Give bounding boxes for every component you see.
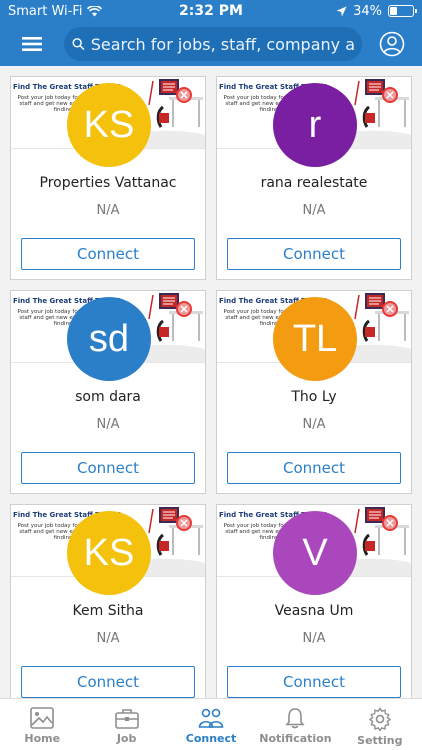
connect-card[interactable]: Find The Great Staff Today! Post your jo… bbox=[216, 504, 412, 698]
card-name: Tho Ly bbox=[291, 389, 337, 405]
card-subtitle: N/A bbox=[96, 631, 120, 646]
tab-notification-label: Notification bbox=[259, 732, 332, 745]
tab-setting[interactable]: Setting bbox=[338, 699, 422, 750]
search-placeholder: Search for jobs, staff, company and oth.… bbox=[90, 34, 354, 54]
battery-percent: 34% bbox=[353, 3, 382, 19]
card-subtitle: N/A bbox=[96, 417, 120, 432]
connect-button[interactable]: Connect bbox=[227, 666, 401, 698]
briefcase-icon bbox=[114, 709, 139, 729]
wifi-icon bbox=[87, 5, 103, 16]
status-left: Smart Wi-Fi bbox=[8, 4, 158, 19]
card-name: Veasna Um bbox=[274, 603, 354, 619]
tab-home-label: Home bbox=[24, 732, 61, 745]
card-subtitle: N/A bbox=[96, 203, 120, 218]
app-header: Search for jobs, staff, company and oth.… bbox=[0, 22, 422, 66]
connect-card[interactable]: Find The Great Staff Today! Post your jo… bbox=[216, 76, 412, 280]
card-subtitle: N/A bbox=[302, 631, 326, 646]
card-name: Properties Vattanac bbox=[39, 175, 177, 191]
bell-icon bbox=[285, 708, 306, 729]
tab-notification[interactable]: Notification bbox=[253, 699, 337, 750]
avatar: KS bbox=[67, 83, 151, 167]
avatar: KS bbox=[67, 511, 151, 595]
menu-button[interactable] bbox=[0, 22, 64, 66]
tab-connect[interactable]: Connect bbox=[169, 699, 253, 750]
card-subtitle: N/A bbox=[302, 203, 326, 218]
search-input[interactable]: Search for jobs, staff, company and oth.… bbox=[64, 27, 362, 61]
battery-fill bbox=[390, 7, 398, 15]
carrier-label: Smart Wi-Fi bbox=[8, 3, 83, 19]
status-time: 2:32 PM bbox=[179, 3, 243, 19]
battery-icon bbox=[388, 5, 417, 17]
tab-job-label: Job bbox=[116, 732, 137, 745]
hamburger-icon bbox=[22, 37, 42, 51]
connect-button[interactable]: Connect bbox=[227, 452, 401, 484]
connect-card[interactable]: Find The Great Staff Today! Post your jo… bbox=[10, 76, 206, 280]
tab-job[interactable]: Job bbox=[84, 699, 168, 750]
connect-button[interactable]: Connect bbox=[21, 238, 195, 270]
connect-card[interactable]: Find The Great Staff Today! Post your jo… bbox=[10, 504, 206, 698]
connect-button[interactable]: Connect bbox=[21, 452, 195, 484]
card-name: som dara bbox=[75, 389, 141, 405]
connect-card[interactable]: Find The Great Staff Today! Post your jo… bbox=[216, 290, 412, 494]
tab-setting-label: Setting bbox=[357, 734, 403, 747]
user-profile-icon bbox=[379, 31, 405, 57]
image-icon bbox=[30, 707, 55, 729]
connect-card[interactable]: Find The Great Staff Today! Post your jo… bbox=[10, 290, 206, 494]
connect-button[interactable]: Connect bbox=[227, 238, 401, 270]
people-icon bbox=[198, 708, 224, 728]
avatar: sd bbox=[67, 297, 151, 381]
card-name: Kem Sitha bbox=[72, 603, 144, 619]
tab-home[interactable]: Home bbox=[0, 699, 84, 750]
card-subtitle: N/A bbox=[302, 417, 326, 432]
avatar: V bbox=[273, 511, 357, 595]
card-name: rana realestate bbox=[260, 175, 368, 191]
avatar: r bbox=[273, 83, 357, 167]
gear-icon bbox=[368, 707, 391, 731]
profile-button[interactable] bbox=[362, 22, 422, 66]
location-arrow-icon bbox=[336, 6, 347, 16]
status-right: 34% bbox=[264, 3, 417, 19]
bottom-tab-bar: Home Job Connect Notification Setting bbox=[0, 698, 422, 750]
connect-button[interactable]: Connect bbox=[21, 666, 195, 698]
connect-grid: Find The Great Staff Today! Post your jo… bbox=[0, 66, 422, 698]
avatar: TL bbox=[273, 297, 357, 381]
status-bar: Smart Wi-Fi 2:32 PM 34% bbox=[0, 0, 422, 22]
search-icon bbox=[72, 38, 85, 51]
tab-connect-label: Connect bbox=[185, 732, 237, 745]
